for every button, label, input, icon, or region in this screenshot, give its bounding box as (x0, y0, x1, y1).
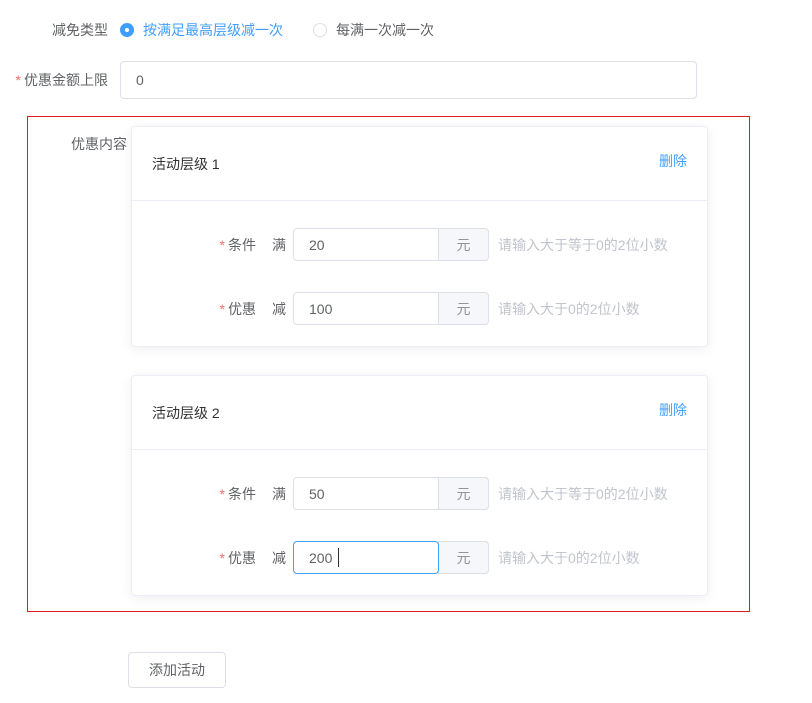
condition-row: *条件 满 元 请输入大于等于0的2位小数 (152, 228, 687, 261)
required-asterisk: * (220, 550, 225, 566)
discount-input-group: 元 (293, 292, 489, 325)
unit-append: 元 (438, 477, 489, 510)
condition-amount-input[interactable] (293, 477, 439, 510)
unit-append: 元 (438, 292, 489, 325)
tier-card-body: *条件 满 元 请输入大于等于0的2位小数 *优惠 减 元 (132, 201, 707, 346)
discount-cap-label-text: 优惠金额上限 (24, 72, 108, 88)
tier-card-header: 活动层级 2 删除 (132, 376, 707, 450)
condition-hint: 请输入大于等于0的2位小数 (498, 235, 668, 255)
tier-card-1: 活动层级 1 删除 *条件 满 元 请输入大于等于0的2位小数 *优惠 (131, 126, 708, 347)
condition-label-text: 条件 (228, 486, 256, 502)
add-activity-button[interactable]: 添加活动 (128, 652, 226, 688)
unit-append: 元 (438, 541, 489, 574)
required-asterisk: * (220, 237, 225, 253)
text-cursor (338, 548, 339, 567)
tier-title: 活动层级 1 (152, 154, 220, 174)
discount-input-group: 元 (293, 541, 489, 574)
required-asterisk: * (220, 301, 225, 317)
condition-label: *条件 (152, 484, 256, 504)
delete-tier-link[interactable]: 删除 (659, 400, 687, 420)
radio-selected-icon (120, 23, 134, 37)
discount-prefix: 减 (272, 299, 286, 319)
discount-amount-input[interactable] (293, 292, 439, 325)
radio-option-every-time[interactable]: 每满一次减一次 (313, 20, 434, 40)
tier-list: 活动层级 1 删除 *条件 满 元 请输入大于等于0的2位小数 *优惠 (131, 126, 708, 596)
discount-cap-input[interactable] (120, 61, 697, 99)
discount-row: *优惠 减 元 请输入大于0的2位小数 (152, 541, 687, 574)
required-asterisk: * (220, 486, 225, 502)
condition-hint: 请输入大于等于0的2位小数 (498, 484, 668, 504)
required-asterisk: * (16, 72, 21, 88)
discount-cap-label: *优惠金额上限 (0, 70, 120, 90)
tier-card-body: *条件 满 元 请输入大于等于0的2位小数 *优惠 减 元 (132, 450, 707, 595)
tier-card-header: 活动层级 1 删除 (132, 127, 707, 201)
reduction-type-label: 减免类型 (0, 20, 120, 40)
tier-title: 活动层级 2 (152, 403, 220, 423)
discount-label: *优惠 (152, 299, 256, 319)
discount-content-section: 优惠内容 活动层级 1 删除 *条件 满 元 请输入大于等于0 (27, 116, 750, 612)
promotion-form: 减免类型 按满足最高层级减一次 每满一次减一次 *优惠金额上限 优惠内容 活动层… (0, 0, 812, 688)
discount-cap-row: *优惠金额上限 (0, 61, 812, 99)
discount-hint: 请输入大于0的2位小数 (498, 548, 640, 568)
discount-label: *优惠 (152, 548, 256, 568)
condition-label: *条件 (152, 235, 256, 255)
discount-amount-input-focused[interactable] (293, 541, 439, 574)
discount-content-label: 优惠内容 (28, 126, 131, 596)
radio-option-label: 按满足最高层级减一次 (143, 20, 283, 40)
condition-row: *条件 满 元 请输入大于等于0的2位小数 (152, 477, 687, 510)
reduction-type-row: 减免类型 按满足最高层级减一次 每满一次减一次 (0, 20, 812, 40)
radio-option-label: 每满一次减一次 (336, 20, 434, 40)
reduction-type-radio-group: 按满足最高层级减一次 每满一次减一次 (120, 20, 464, 40)
condition-prefix: 满 (272, 235, 286, 255)
condition-prefix: 满 (272, 484, 286, 504)
delete-tier-link[interactable]: 删除 (659, 151, 687, 171)
discount-hint: 请输入大于0的2位小数 (498, 299, 640, 319)
discount-label-text: 优惠 (228, 550, 256, 566)
condition-input-group: 元 (293, 228, 489, 261)
radio-option-highest-tier[interactable]: 按满足最高层级减一次 (120, 20, 283, 40)
tier-card-2: 活动层级 2 删除 *条件 满 元 请输入大于等于0的2位小数 *优惠 (131, 375, 708, 596)
unit-append: 元 (438, 228, 489, 261)
condition-amount-input[interactable] (293, 228, 439, 261)
discount-row: *优惠 减 元 请输入大于0的2位小数 (152, 292, 687, 325)
discount-label-text: 优惠 (228, 301, 256, 317)
condition-label-text: 条件 (228, 237, 256, 253)
discount-prefix: 减 (272, 548, 286, 568)
condition-input-group: 元 (293, 477, 489, 510)
radio-unselected-icon (313, 23, 327, 37)
